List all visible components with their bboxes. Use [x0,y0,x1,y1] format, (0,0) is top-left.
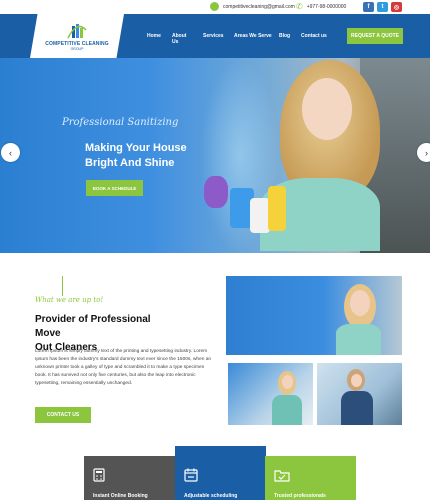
slider-next-arrow-icon[interactable]: › [417,143,430,162]
calculator-icon [93,468,105,482]
request-quote-button[interactable]: REQUEST A QUOTE [347,28,403,44]
feature-label: Trusted professionals [274,493,326,499]
hero-slider [0,58,430,253]
section-divider [62,276,63,296]
logo-icon [66,22,88,40]
email-text: competitivecleaning@gmail.com [223,3,295,10]
photo-face [350,290,370,316]
nav-blog[interactable]: Blog [279,33,290,39]
photo-face [282,375,293,389]
hero-title-line: Making Your House [85,142,187,154]
logo[interactable]: COMPETITIVE CLEANING GROUP [30,14,124,58]
about-tagline: What we are up to! [35,296,104,304]
phone-text: +977-98-0000000 [306,3,347,10]
photo-shirt [341,391,373,425]
about-description: Lorem Ipsum is simply dummy text of the … [35,349,212,386]
top-bar: competitivecleaning@gmail.com ✆ +977-98-… [0,0,430,14]
email-contact[interactable]: competitivecleaning@gmail.com [210,2,295,11]
photo-face [351,374,362,387]
photo-shirt [272,395,302,425]
feature-card-booking[interactable]: Instant Online Booking [84,456,175,500]
phone-contact[interactable]: ✆ +977-98-0000000 [296,2,346,11]
social-links: f t ◎ [363,2,402,12]
feature-card-scheduling[interactable]: Adjustable scheduling [175,446,266,500]
hero-bottle [250,198,270,233]
feature-card-professionals[interactable]: Trusted professionals [265,456,356,500]
contact-us-button[interactable]: CONTACT US [35,407,91,423]
hero-tagline: Professional Sanitizing [62,117,179,128]
about-title-line: Provider of Professional Move [35,314,151,339]
nav-services[interactable]: Services [203,33,224,39]
feature-label: Instant Online Booking [93,493,148,499]
calendar-icon [184,468,198,482]
nav-contact-us[interactable]: Contact us [301,33,327,39]
hero-glove [204,176,228,208]
hero-title-line: Bright And Shine [85,157,175,169]
about-image-main [226,276,402,355]
twitter-icon[interactable]: t [377,2,388,12]
facebook-icon[interactable]: f [363,2,374,12]
nav-about-us[interactable]: About Us [172,33,186,45]
about-image-small-right [317,363,402,425]
feature-label: Adjustable scheduling [184,493,238,499]
slider-prev-arrow-icon[interactable]: ‹ [1,143,20,162]
email-icon [210,2,219,11]
nav-areas-we-serve[interactable]: Areas We Serve [234,33,272,39]
instagram-icon[interactable]: ◎ [391,2,402,12]
nav-home[interactable]: Home [147,33,161,39]
book-schedule-button[interactable]: BOOK A SCHEDULE [86,180,143,196]
hero-title: Making Your House Bright And Shine [85,141,187,171]
folder-check-icon [274,470,290,482]
about-image-small-left [228,363,313,425]
logo-subtitle: GROUP [70,46,84,51]
phone-icon: ✆ [296,2,303,11]
hero-bottle [268,186,286,231]
photo-shirt [336,324,381,355]
hero-woman-face [302,78,352,140]
